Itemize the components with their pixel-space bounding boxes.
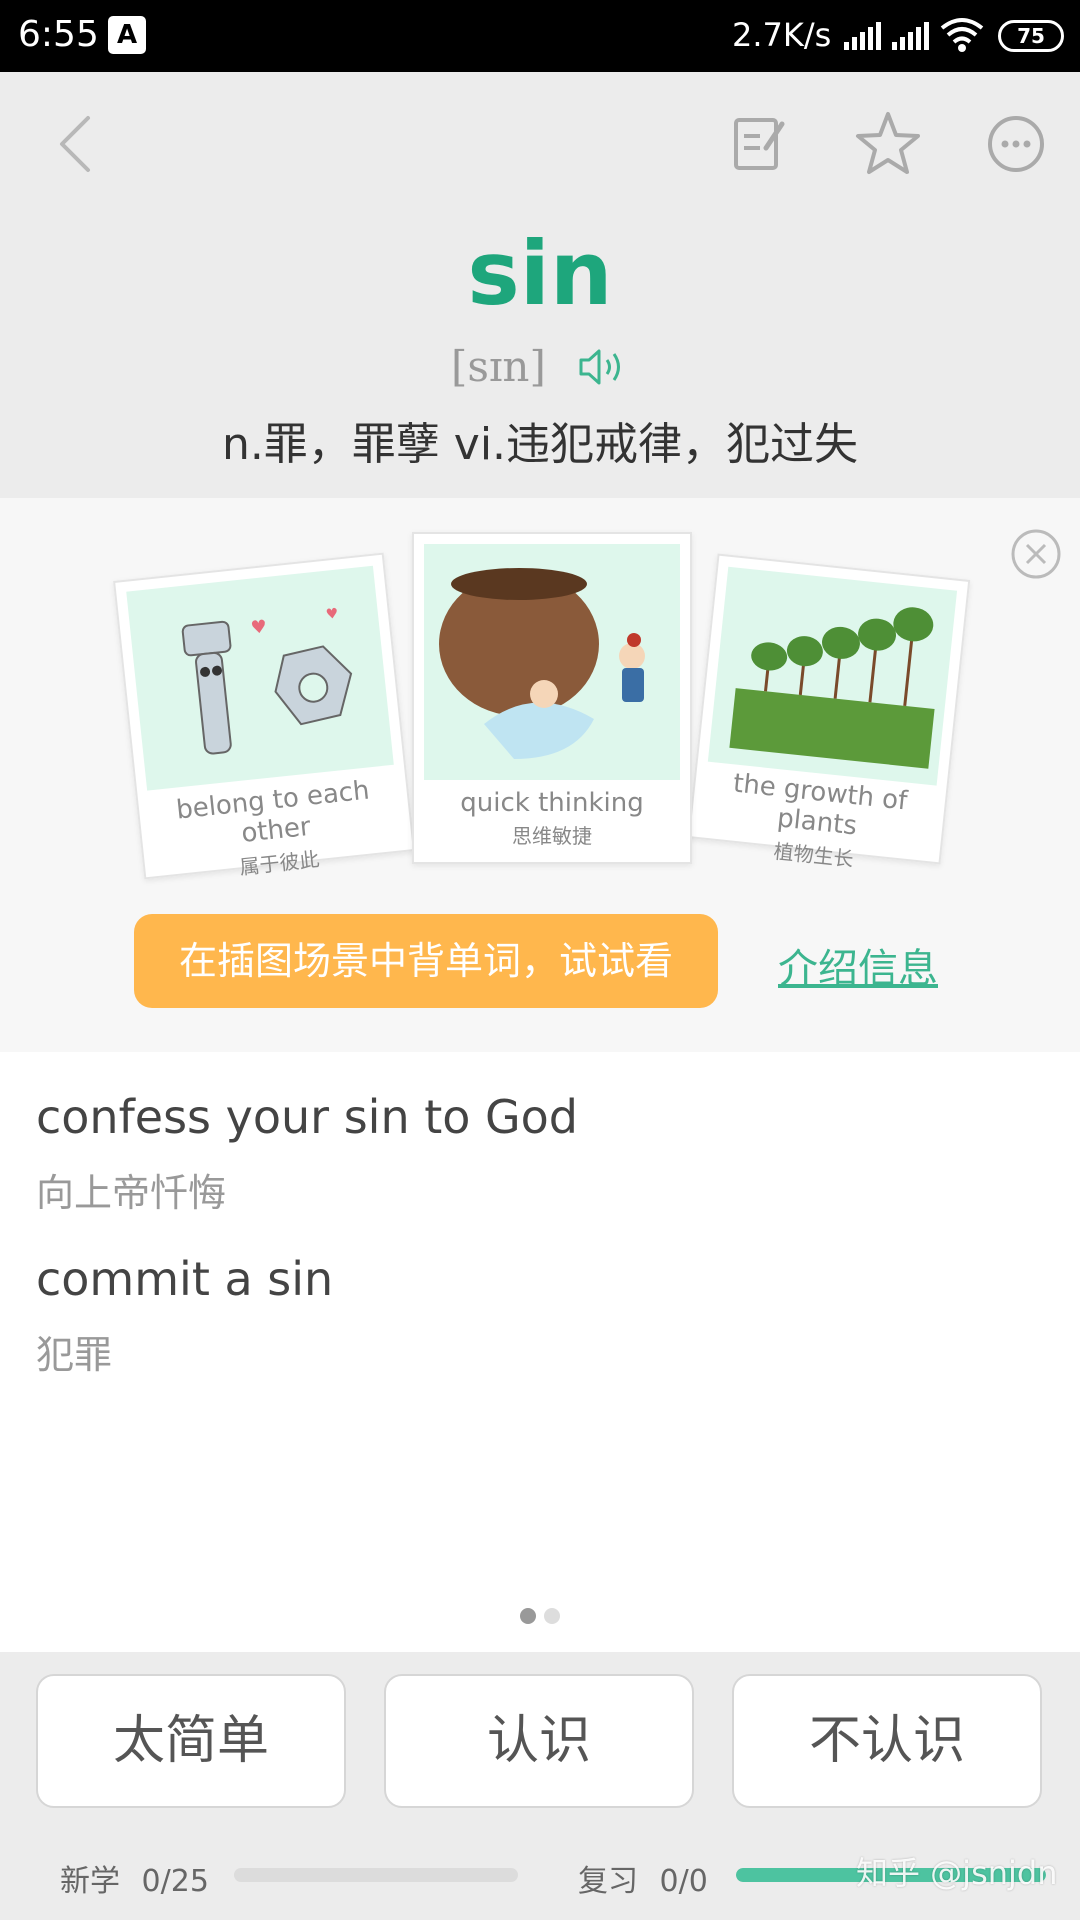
try-illustration-mode-button[interactable]: 在插图场景中背单词，试试看: [134, 914, 718, 1008]
example-chinese: 向上帝忏悔: [36, 1171, 227, 1215]
too-easy-button[interactable]: 太简单: [36, 1674, 346, 1808]
new-count: 0/25: [141, 1864, 209, 1899]
top-toolbar: [0, 72, 1080, 212]
back-icon[interactable]: [36, 104, 116, 184]
star-icon[interactable]: [848, 104, 928, 184]
speaker-icon[interactable]: [577, 345, 629, 389]
signal-icon-2: [892, 22, 929, 50]
example-english: confess your sin to God: [36, 1090, 579, 1144]
more-icon[interactable]: [976, 104, 1056, 184]
svg-text:♥: ♥: [325, 606, 339, 623]
page-dot-active: [520, 1608, 536, 1624]
dont-know-button[interactable]: 不认识: [732, 1674, 1042, 1808]
review-progress-label: 复习 0/0: [578, 1856, 708, 1900]
illustration-card[interactable]: quick thinking 思维敏捷: [412, 532, 692, 864]
wifi-icon: [940, 18, 984, 52]
battery-icon: 75: [998, 20, 1064, 52]
example-chinese: 犯罪: [36, 1333, 113, 1377]
caption-chinese: 思维敏捷: [512, 824, 592, 848]
status-time: 6:55: [18, 14, 99, 55]
page-dot: [544, 1608, 560, 1624]
new-progress-bar: [234, 1868, 518, 1882]
card-illustration: [707, 566, 958, 786]
caption-english: quick thinking: [460, 788, 644, 818]
watermark: 知乎 @jsnjdn: [856, 1854, 1058, 1892]
example-english: commit a sin: [36, 1252, 334, 1306]
card-caption: quick thinking 思维敏捷: [414, 788, 690, 849]
app-notification-icon: A: [108, 16, 146, 54]
illustration-card[interactable]: ♥ ♥ belong to each other 属于彼此: [113, 552, 415, 880]
word-definition: n.罪，罪孽 vi.违犯戒律，犯过失: [221, 419, 859, 470]
phonetic-text: [sɪn]: [451, 342, 546, 391]
svg-text:♥: ♥: [250, 616, 268, 639]
phonetic-row: [sɪn]: [0, 342, 1080, 391]
review-count: 0/0: [659, 1864, 708, 1899]
page-indicator: [520, 1608, 564, 1628]
new-label: 新学: [60, 1864, 120, 1899]
status-bar: 6:55 A 2.7K/s 75: [0, 0, 1080, 72]
intro-info-link[interactable]: 介绍信息: [778, 936, 938, 994]
note-icon[interactable]: [718, 104, 798, 184]
illustration-card[interactable]: the growth of plants 植物生长: [687, 553, 971, 871]
network-speed: 2.7K/s: [732, 16, 832, 54]
signal-icon: [844, 22, 881, 50]
close-icon[interactable]: [1010, 528, 1062, 580]
review-label: 复习: [578, 1864, 638, 1899]
card-illustration: ♥ ♥: [126, 565, 394, 791]
word-title: sin: [467, 222, 613, 325]
card-illustration: [424, 544, 680, 780]
know-button[interactable]: 认识: [384, 1674, 694, 1808]
new-progress-label: 新学 0/25: [60, 1856, 209, 1900]
